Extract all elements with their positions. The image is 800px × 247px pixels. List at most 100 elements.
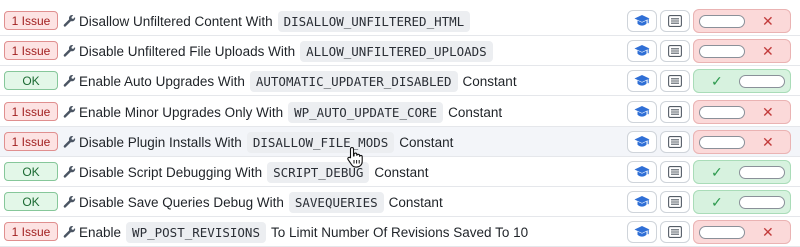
rule-title-prefix: Disable Save Queries Debug With	[79, 194, 284, 210]
rule-title: Disable Script Debugging With SCRIPT_DEB…	[79, 157, 428, 187]
rule-title-suffix: To Limit Number Of Revisions Saved To 10	[270, 224, 529, 240]
rule-title-prefix: Disable Plugin Installs With	[79, 134, 242, 150]
status-badge: OK	[4, 192, 58, 211]
learn-more-button[interactable]	[627, 131, 657, 153]
rule-toggle[interactable]: ✕	[693, 9, 791, 33]
toggle-knob	[699, 136, 745, 149]
rule-title: Disable Unfiltered File Uploads With ALL…	[79, 36, 498, 66]
status-badge: OK	[4, 71, 58, 90]
toggle-knob	[739, 196, 785, 209]
learn-more-button[interactable]	[627, 191, 657, 213]
hardening-rules-list: 1 Issue Disallow Unfiltered Content With…	[0, 0, 800, 247]
graduation-cap-icon	[634, 166, 650, 177]
toggle-state-icon: ✕	[762, 224, 774, 240]
toggle-knob	[739, 75, 785, 88]
rule-row: OK Disable Script Debugging With SCRIPT_…	[0, 157, 800, 187]
toggle-knob	[699, 15, 745, 28]
wrench-icon	[63, 166, 76, 178]
rule-title-suffix: Constant	[399, 134, 454, 150]
list-document-icon	[668, 196, 682, 208]
rule-row: 1 Issue Enable WP_POST_REVISIONS To Limi…	[0, 217, 800, 247]
details-button[interactable]	[660, 131, 690, 153]
rule-toggle[interactable]: ✕	[693, 220, 791, 244]
rule-title: Enable Auto Upgrades With AUTOMATIC_UPDA…	[79, 66, 517, 96]
rule-toggle[interactable]: ✓	[693, 190, 791, 214]
learn-more-button[interactable]	[627, 161, 657, 183]
rule-title-prefix: Disable Script Debugging With	[79, 164, 263, 180]
rule-row: OK Enable Auto Upgrades With AUTOMATIC_U…	[0, 66, 800, 96]
constant-code: DISALLOW_UNFILTERED_HTML	[277, 10, 471, 32]
rule-title-suffix: Constant	[448, 104, 503, 120]
wrench-icon	[63, 106, 76, 118]
toggle-state-icon: ✕	[762, 104, 774, 120]
constant-code: SAVEQUERIES	[288, 191, 384, 213]
graduation-cap-icon	[634, 136, 650, 147]
toggle-knob	[699, 45, 745, 58]
constant-code: DISALLOW_FILE_MODS	[246, 131, 395, 153]
constant-code: WP_POST_REVISIONS	[126, 221, 266, 243]
rule-row: OK Disable Save Queries Debug With SAVEQ…	[0, 187, 800, 217]
toggle-state-icon: ✕	[762, 134, 774, 150]
status-badge: 1 Issue	[4, 41, 58, 60]
details-button[interactable]	[660, 221, 690, 243]
status-badge: 1 Issue	[4, 132, 58, 151]
list-document-icon	[668, 166, 682, 178]
learn-more-button[interactable]	[627, 10, 657, 32]
wrench-icon	[63, 15, 76, 27]
rule-row: 1 Issue Disallow Unfiltered Content With…	[0, 6, 800, 36]
wrench-icon	[63, 136, 76, 148]
status-badge: 1 Issue	[4, 222, 58, 241]
rule-toggle[interactable]: ✕	[693, 39, 791, 63]
rule-title-prefix: Disallow Unfiltered Content With	[79, 13, 273, 29]
toggle-state-icon: ✓	[711, 194, 723, 210]
learn-more-button[interactable]	[627, 101, 657, 123]
constant-code: WP_AUTO_UPDATE_CORE	[288, 101, 444, 123]
rule-title-prefix: Disable Unfiltered File Uploads With	[79, 43, 296, 59]
hand-pointer-icon	[347, 146, 363, 168]
details-button[interactable]	[660, 40, 690, 62]
rule-title: Disallow Unfiltered Content With DISALLO…	[79, 6, 475, 36]
wrench-icon	[63, 226, 76, 238]
details-button[interactable]	[660, 70, 690, 92]
learn-more-button[interactable]	[627, 221, 657, 243]
list-document-icon	[668, 45, 682, 57]
toggle-state-icon: ✓	[711, 73, 723, 89]
learn-more-button[interactable]	[627, 70, 657, 92]
rule-title: Disable Plugin Installs With DISALLOW_FI…	[79, 127, 453, 157]
rule-title: Enable WP_POST_REVISIONS To Limit Number…	[79, 217, 528, 247]
status-badge: OK	[4, 162, 58, 181]
list-document-icon	[668, 75, 682, 87]
learn-more-button[interactable]	[627, 40, 657, 62]
graduation-cap-icon	[634, 15, 650, 26]
rule-title: Enable Minor Upgrades Only With WP_AUTO_…	[79, 97, 502, 127]
rule-title-suffix: Constant	[388, 194, 443, 210]
details-button[interactable]	[660, 101, 690, 123]
constant-code: AUTOMATIC_UPDATER_DISABLED	[249, 70, 458, 92]
details-button[interactable]	[660, 191, 690, 213]
rule-toggle[interactable]: ✓	[693, 160, 791, 184]
graduation-cap-icon	[634, 106, 650, 117]
rule-title-prefix: Enable	[79, 224, 122, 240]
list-document-icon	[668, 15, 682, 27]
toggle-knob	[739, 166, 785, 179]
wrench-icon	[63, 75, 76, 87]
details-button[interactable]	[660, 10, 690, 32]
rule-row: 1 Issue Disable Unfiltered File Uploads …	[0, 36, 800, 66]
wrench-icon	[63, 45, 76, 57]
graduation-cap-icon	[634, 45, 650, 56]
toggle-state-icon: ✕	[762, 13, 774, 29]
toggle-state-icon: ✓	[711, 164, 723, 180]
rule-row: 1 Issue Disable Plugin Installs With DIS…	[0, 127, 800, 157]
constant-code: ALLOW_UNFILTERED_UPLOADS	[300, 40, 493, 62]
graduation-cap-icon	[634, 196, 650, 207]
rule-toggle[interactable]: ✕	[693, 130, 791, 154]
list-document-icon	[668, 106, 682, 118]
rule-row: 1 Issue Enable Minor Upgrades Only With …	[0, 97, 800, 127]
rule-toggle[interactable]: ✓	[693, 69, 791, 93]
graduation-cap-icon	[634, 226, 650, 237]
details-button[interactable]	[660, 161, 690, 183]
graduation-cap-icon	[634, 75, 650, 86]
list-document-icon	[668, 136, 682, 148]
rule-toggle[interactable]: ✕	[693, 100, 791, 124]
wrench-icon	[63, 196, 76, 208]
